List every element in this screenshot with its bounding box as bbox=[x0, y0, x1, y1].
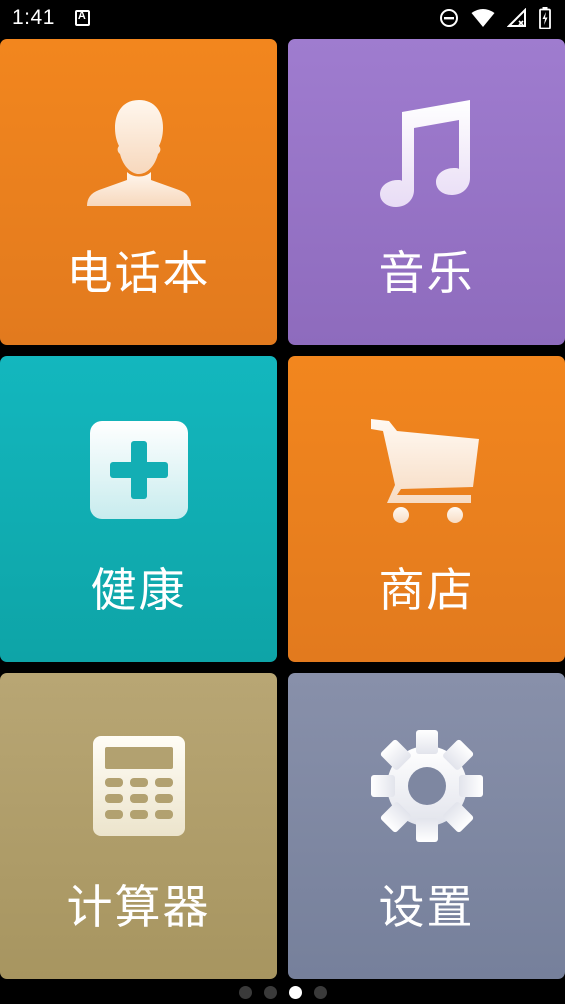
wifi-icon bbox=[471, 9, 495, 27]
page-dot-4[interactable] bbox=[313, 985, 327, 999]
tile-label: 计算器 bbox=[66, 880, 211, 934]
tile-store[interactable]: 商店 bbox=[288, 356, 565, 662]
health-plus-icon bbox=[0, 404, 277, 534]
do-not-disturb-icon bbox=[440, 9, 458, 27]
tile-calculator[interactable]: 计算器 bbox=[0, 673, 277, 979]
tile-label: 健康 bbox=[90, 563, 187, 617]
settings-gear-icon bbox=[288, 721, 565, 851]
tile-settings[interactable]: 设置 bbox=[288, 673, 565, 979]
clock-time: 1:41 bbox=[12, 6, 55, 29]
signal-icon bbox=[507, 8, 526, 27]
page-dot-3-active[interactable] bbox=[288, 985, 302, 999]
page-dot-2[interactable] bbox=[263, 985, 277, 999]
tile-label: 设置 bbox=[378, 880, 475, 934]
contact-person-icon bbox=[0, 87, 277, 217]
status-bar: 1:41 bbox=[0, 0, 565, 36]
tile-music[interactable]: 音乐 bbox=[288, 39, 565, 345]
tile-contacts[interactable]: 电话本 bbox=[0, 39, 277, 345]
tile-label: 商店 bbox=[378, 563, 475, 617]
calculator-icon bbox=[0, 721, 277, 851]
page-indicator bbox=[0, 982, 565, 1002]
tile-label: 音乐 bbox=[378, 246, 475, 300]
shopping-cart-icon bbox=[288, 404, 565, 534]
battery-charging-icon bbox=[539, 7, 551, 29]
keyboard-a-icon bbox=[74, 10, 90, 26]
tile-health[interactable]: 健康 bbox=[0, 356, 277, 662]
music-note-icon bbox=[288, 87, 565, 217]
tile-label: 电话本 bbox=[66, 246, 211, 300]
page-dot-1[interactable] bbox=[238, 985, 252, 999]
